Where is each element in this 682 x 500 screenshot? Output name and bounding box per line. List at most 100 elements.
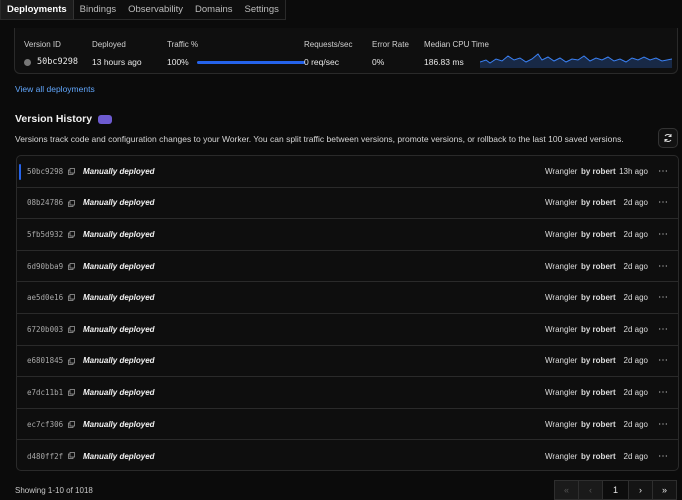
more-actions-icon[interactable]: ⋯ — [658, 261, 668, 272]
first-page-button[interactable]: « — [554, 480, 579, 500]
table-row[interactable]: 6720b003 Manually deployed Wrangler by robe… — [17, 314, 678, 346]
more-actions-icon[interactable]: ⋯ — [658, 197, 668, 208]
copy-icon[interactable] — [68, 168, 75, 175]
copy-icon[interactable] — [68, 326, 75, 333]
copy-icon[interactable] — [68, 357, 75, 365]
requests-column: Requests/sec 0 req/sec — [304, 40, 352, 67]
deploy-source: Wrangler — [545, 387, 578, 397]
version-id[interactable]: 6d90bba9 — [27, 262, 63, 271]
tab-settings[interactable]: Settings — [239, 0, 285, 19]
deploy-source: Wrangler — [545, 229, 578, 239]
deploy-time: 2d ago — [623, 229, 648, 239]
deploy-source: Wrangler — [545, 166, 578, 176]
more-actions-icon[interactable]: ⋯ — [658, 229, 668, 240]
tab-domains[interactable]: Domains — [189, 0, 239, 19]
table-row[interactable]: 6d90bba9 Manually deployed Wrangler by robe… — [17, 251, 678, 283]
deploy-message: Manually deployed — [83, 324, 155, 334]
version-id-value[interactable]: 50bc9298 — [37, 57, 78, 67]
version-history-title: Version History — [15, 113, 93, 125]
more-actions-icon[interactable]: ⋯ — [658, 292, 668, 303]
traffic-column: Traffic % 100% — [167, 40, 305, 67]
next-page-button[interactable]: › — [628, 480, 653, 500]
refresh-button[interactable] — [658, 128, 678, 148]
deploy-source: Wrangler — [545, 419, 578, 429]
deploy-time: 2d ago — [623, 387, 648, 397]
tab-bindings[interactable]: Bindings — [74, 0, 122, 19]
tab-bar: Deployments Bindings Observability Domai… — [0, 0, 286, 20]
error-rate-header: Error Rate — [372, 40, 409, 49]
deploy-time: 13h ago — [619, 166, 648, 176]
version-id[interactable]: 6720b003 — [27, 325, 63, 334]
version-id[interactable]: 50bc9298 — [27, 167, 63, 176]
version-history-heading: Version History — [15, 113, 113, 125]
error-rate-column: Error Rate 0% — [372, 40, 409, 67]
pagination-summary: Showing 1-10 of 1018 — [15, 486, 93, 495]
table-row[interactable]: d480ff2f Manually deployed Wrangler by robe… — [17, 440, 678, 470]
more-actions-icon[interactable]: ⋯ — [658, 387, 668, 398]
version-id[interactable]: 08b24786 — [27, 198, 63, 207]
table-row[interactable]: ec7cf306 Manually deployed Wrangler by robe… — [17, 409, 678, 441]
requests-value: 0 req/sec — [304, 57, 339, 67]
refresh-icon — [664, 134, 672, 142]
more-actions-icon[interactable]: ⋯ — [658, 324, 668, 335]
copy-icon[interactable] — [68, 262, 75, 270]
copy-icon[interactable] — [68, 231, 75, 239]
deploy-time: 2d ago — [623, 293, 648, 303]
prev-page-button[interactable]: ‹ — [578, 480, 603, 500]
more-actions-icon[interactable]: ⋯ — [658, 419, 668, 430]
table-row[interactable]: e6801845 Manually deployed Wrangler by robe… — [17, 346, 678, 378]
version-id-column: Version ID 50bc9298 — [24, 40, 78, 67]
version-id[interactable]: e7dc11b1 — [27, 388, 63, 397]
deploy-time: 2d ago — [623, 419, 648, 429]
version-id[interactable]: d480ff2f — [27, 452, 63, 461]
deploy-message: Manually deployed — [83, 261, 155, 271]
view-all-deployments-link[interactable]: View all deployments — [15, 84, 95, 94]
cpu-sparkline — [480, 53, 672, 68]
copy-icon[interactable] — [68, 420, 75, 428]
beta-badge — [98, 114, 113, 124]
table-row[interactable]: 5fb5d932 Manually deployed Wrangler by robe… — [17, 219, 678, 251]
copy-icon[interactable] — [68, 452, 75, 460]
traffic-bar — [196, 60, 305, 64]
version-id-header: Version ID — [24, 40, 61, 49]
deploy-source: Wrangler — [545, 356, 578, 366]
deploy-message: Manually deployed — [83, 166, 155, 176]
deploy-author: by robert — [581, 166, 616, 176]
version-table: 50bc9298 Manually deployed Wrangler by robe… — [16, 155, 679, 471]
deploy-message: Manually deployed — [83, 356, 155, 366]
tab-observability[interactable]: Observability — [122, 0, 189, 19]
more-actions-icon[interactable]: ⋯ — [658, 451, 668, 462]
deploy-author: by robert — [581, 324, 616, 334]
deployed-header: Deployed — [92, 40, 126, 49]
copy-icon[interactable] — [68, 389, 75, 397]
traffic-value: 100% — [167, 57, 189, 67]
current-page[interactable]: 1 — [602, 480, 629, 500]
version-id[interactable]: ae5d0e16 — [27, 293, 63, 302]
version-history-description: Versions track code and configuration ch… — [15, 134, 624, 144]
more-actions-icon[interactable]: ⋯ — [658, 355, 668, 366]
table-row[interactable]: e7dc11b1 Manually deployed Wrangler by robe… — [17, 377, 678, 409]
table-row[interactable]: 50bc9298 Manually deployed Wrangler by robe… — [17, 156, 678, 188]
table-row[interactable]: ae5d0e16 Manually deployed Wrangler by robe… — [17, 282, 678, 314]
version-id[interactable]: 5fb5d932 — [27, 230, 63, 239]
deploy-time: 2d ago — [623, 356, 648, 366]
traffic-header: Traffic % — [167, 40, 199, 49]
tab-deployments[interactable]: Deployments — [1, 0, 74, 19]
version-id[interactable]: ec7cf306 — [27, 420, 63, 429]
version-id[interactable]: e6801845 — [27, 356, 63, 365]
deploy-time: 2d ago — [623, 324, 648, 334]
deploy-author: by robert — [581, 261, 616, 271]
table-row[interactable]: 08b24786 Manually deployed Wrangler by robe… — [17, 188, 678, 220]
deploy-author: by robert — [581, 387, 616, 397]
active-deployment-card: Version ID 50bc9298 Deployed 13 hours ag… — [14, 28, 678, 74]
last-page-button[interactable]: » — [652, 480, 677, 500]
deploy-time: 2d ago — [623, 261, 648, 271]
requests-header: Requests/sec — [304, 40, 353, 49]
deploy-author: by robert — [581, 229, 616, 239]
deploy-source: Wrangler — [545, 324, 578, 334]
more-actions-icon[interactable]: ⋯ — [658, 166, 668, 177]
deploy-message: Manually deployed — [83, 293, 155, 303]
deploy-time: 2d ago — [623, 451, 648, 461]
copy-icon[interactable] — [68, 294, 75, 302]
copy-icon[interactable] — [68, 199, 75, 207]
